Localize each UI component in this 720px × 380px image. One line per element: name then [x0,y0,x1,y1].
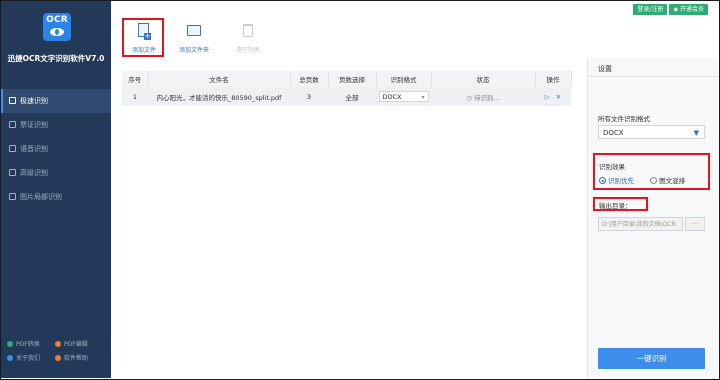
top-buttons: 登录/注册 ◆ 开通会员 [631,4,708,15]
radio-mixed-layout-label: 图文混排 [659,177,686,185]
col-index: 序号 [122,71,149,87]
run-ocr-button[interactable]: 一键识别 [598,348,705,369]
app-logo: OCR [43,13,71,41]
help-link[interactable]: 软件帮助 [55,352,103,366]
output-path-field[interactable]: D:\用户目录\我的文档\OCR [598,217,683,231]
pdf-convert-label: PDF转换 [16,341,40,348]
advanced-icon [9,169,16,176]
output-label: 输出目录： [599,202,632,210]
sidebar: OCR 迅捷OCR文字识别软件V7.0 极速识别 票证识别 语音识别 高级识别 … [1,1,111,378]
settings-title: 设置 [598,65,612,73]
radio-on-icon [599,177,606,184]
effect-radio-group: 识别优先 图文混排 [599,175,685,185]
sidebar-item-advanced-ocr[interactable]: 高级识别 [1,161,111,185]
radio-mixed-layout[interactable]: 图文混排 [650,177,685,185]
pdf-edit-icon [55,341,61,347]
app-title: 迅捷OCR文字识别软件V7.0 [7,54,105,63]
settings-panel: 设置 所有文件识别格式 DOCX ▼ 识别效果 识别优先 图文混排 输出目录： … [587,58,718,378]
browse-button[interactable]: ··· [685,217,705,231]
row-filename: 内心阳光，才能活的快乐_80590_split.pdf [148,87,290,106]
col-pages: 总页数 [290,71,329,87]
col-actions: 操作 [535,71,572,87]
radio-recognition-first[interactable]: 识别优先 [599,177,634,185]
sidebar-item-label: 票证识别 [20,121,48,129]
format-select[interactable]: DOCX ▼ [598,125,705,139]
sidebar-item-partial-ocr[interactable]: 图片局部识别 [1,185,111,209]
play-icon[interactable]: ▷ [545,93,550,101]
radio-recognition-first-label: 识别优先 [608,177,634,185]
row-format-cell: DOCX [376,87,431,106]
about-link[interactable]: 关于我们 [7,352,55,366]
sidebar-item-ticket-ocr[interactable]: 票证识别 [1,113,111,137]
row-actions: ▷ ✕ [535,87,571,106]
vip-button-label: 开通会员 [679,6,704,13]
row-pages: 3 [290,87,328,106]
row-page-select[interactable]: 全部 [328,87,376,106]
help-icon [55,355,61,361]
format-label: 所有文件识别格式 [598,115,650,123]
add-folder-button[interactable]: 添加文件夹 [172,18,216,58]
pdf-edit-label: PDF编辑 [64,341,88,348]
effect-label: 识别效果 [599,163,625,171]
microphone-icon [9,145,16,152]
sidebar-item-label: 高级识别 [20,169,48,177]
sidebar-bottom-links: PDF转换 PDF编辑 关于我们 软件帮助 [7,338,107,366]
info-icon [7,355,13,361]
divider [588,76,718,77]
sidebar-item-voice-ocr[interactable]: 语音识别 [1,137,111,161]
add-folder-label: 添加文件夹 [178,47,209,54]
document-icon [9,97,16,104]
close-icon[interactable]: ✕ [556,93,561,101]
login-button[interactable]: 登录/注册 [633,4,668,15]
row-status: 待识别... [474,93,500,102]
trash-icon [243,24,253,37]
radio-off-icon [650,177,658,184]
col-filename: 文件名 [148,71,291,87]
clock-icon: ◷ [466,93,475,102]
table-header: 序号 文件名 总页数 页数选择 识别格式 状态 操作 [122,71,572,87]
crop-icon [9,193,16,200]
table-row[interactable]: 1 内心阳光，才能活的快乐_80590_split.pdf 3 全部 DOCX … [122,87,571,106]
col-page-select: 页数选择 [328,71,377,87]
add-file-highlight [122,18,164,57]
sidebar-item-label: 语音识别 [20,145,48,153]
sidebar-nav: 极速识别 票证识别 语音识别 高级识别 图片局部识别 [1,89,111,209]
pdf-edit-link[interactable]: PDF编辑 [55,338,103,352]
sidebar-item-label: 极速识别 [20,97,48,105]
about-label: 关于我们 [16,355,41,362]
ticket-icon [9,121,16,128]
logo-text: OCR [46,15,68,25]
format-select-value: DOCX [603,129,624,137]
row-status-cell: ◷ 待识别... [431,87,535,106]
clear-list-button[interactable]: 清空列表 [226,18,270,58]
sidebar-item-label: 图片局部识别 [20,193,62,201]
row-index: 1 [122,87,148,106]
clear-list-label: 清空列表 [235,47,260,54]
pdf-convert-icon [7,341,13,347]
add-folder-icon [187,25,201,36]
eye-pupil [55,29,59,35]
help-label: 软件帮助 [64,355,89,362]
caret-down-icon: ▼ [693,129,699,137]
sidebar-item-fast-ocr[interactable]: 极速识别 [1,89,111,113]
file-list-area [122,71,571,378]
col-status: 状态 [431,71,536,87]
vip-button[interactable]: ◆ 开通会员 [669,4,708,15]
file-table: 序号 文件名 总页数 页数选择 识别格式 状态 操作 1 内心阳光，才能活的快乐… [122,71,572,106]
col-format: 识别格式 [376,71,432,87]
row-format-select[interactable]: DOCX [378,91,429,103]
pdf-convert-link[interactable]: PDF转换 [7,338,55,352]
